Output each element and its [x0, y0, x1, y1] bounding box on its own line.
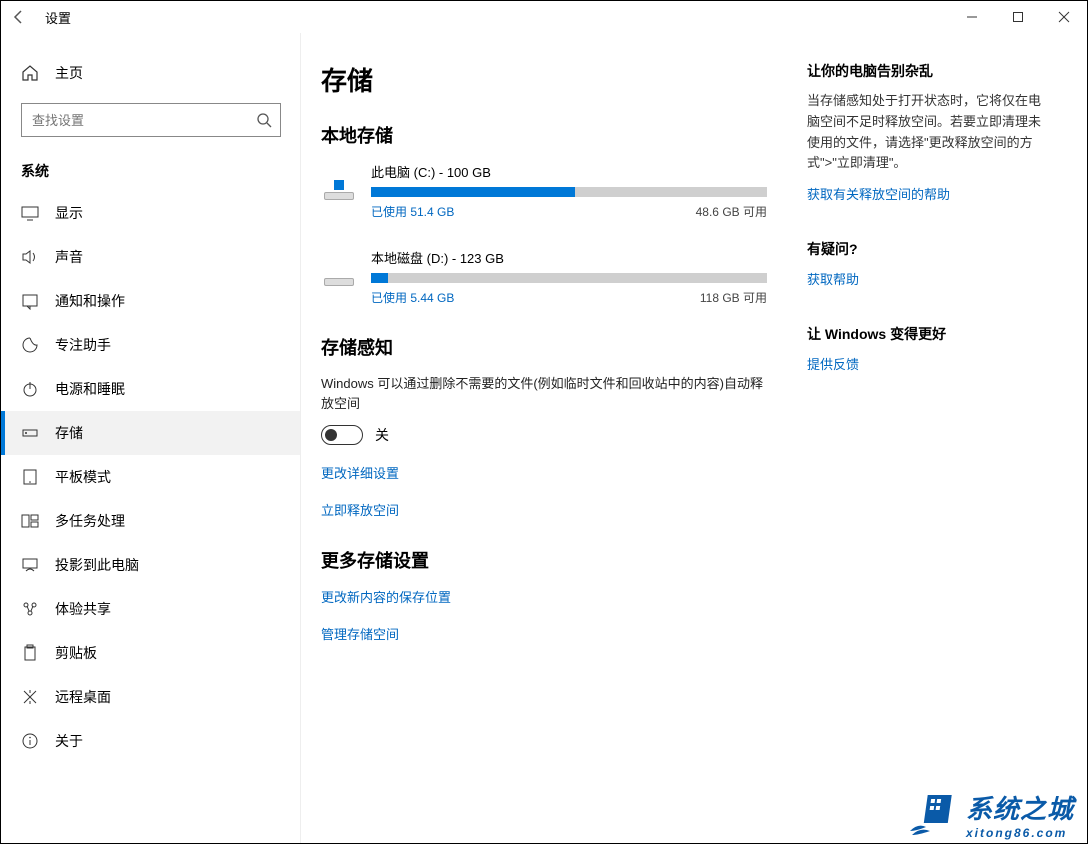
nav-display[interactable]: 显示 — [1, 191, 300, 235]
section-label: 系统 — [1, 151, 300, 191]
remote-icon — [21, 688, 39, 706]
toggle-state-label: 关 — [375, 425, 389, 445]
drive-c-icon — [321, 164, 357, 200]
drive-d-title: 本地磁盘 (D:) - 123 GB — [371, 248, 767, 267]
focus-icon — [21, 336, 39, 354]
question-title: 有疑问? — [807, 239, 1047, 259]
nav-shared[interactable]: 体验共享 — [1, 587, 300, 631]
storage-sense-title: 存储感知 — [321, 334, 767, 360]
display-icon — [21, 204, 39, 222]
sidebar: 主页 系统 显示 声音 通知和操作 — [1, 33, 301, 843]
home-label: 主页 — [55, 63, 83, 83]
search-box[interactable] — [21, 103, 281, 137]
drive-c-used: 已使用 51.4 GB — [371, 203, 454, 220]
link-change-detail[interactable]: 更改详细设置 — [321, 463, 767, 482]
tidy-text: 当存储感知处于打开状态时，它将仅在电脑空间不足时释放空间。若要立即清理未使用的文… — [807, 91, 1047, 174]
storage-icon — [21, 424, 39, 442]
drive-d-bar — [371, 273, 767, 283]
close-button[interactable] — [1041, 1, 1087, 33]
nav-notifications[interactable]: 通知和操作 — [1, 279, 300, 323]
nav-sound[interactable]: 声音 — [1, 235, 300, 279]
home-button[interactable]: 主页 — [1, 53, 300, 93]
storage-sense-desc: Windows 可以通过删除不需要的文件(例如临时文件和回收站中的内容)自动释放… — [321, 374, 767, 413]
drive-c-bar — [371, 187, 767, 197]
clipboard-icon — [21, 644, 39, 662]
nav-storage[interactable]: 存储 — [1, 411, 300, 455]
page-title: 存储 — [321, 61, 767, 98]
about-icon — [21, 732, 39, 750]
drive-d-used: 已使用 5.44 GB — [371, 289, 454, 306]
better-title: 让 Windows 变得更好 — [807, 324, 1047, 344]
drive-d-icon — [321, 250, 357, 286]
title-bar: 设置 — [1, 1, 1087, 33]
multitask-icon — [21, 512, 39, 530]
nav-label: 平板模式 — [55, 467, 111, 487]
maximize-button[interactable] — [995, 1, 1041, 33]
nav-focus[interactable]: 专注助手 — [1, 323, 300, 367]
minimize-button[interactable] — [949, 1, 995, 33]
nav-label: 电源和睡眠 — [55, 379, 125, 399]
drive-d[interactable]: 本地磁盘 (D:) - 123 GB 已使用 5.44 GB 118 GB 可用 — [321, 248, 767, 306]
storage-sense-toggle[interactable] — [321, 425, 363, 445]
nav-label: 投影到此电脑 — [55, 555, 139, 575]
nav-multitask[interactable]: 多任务处理 — [1, 499, 300, 543]
more-storage-title: 更多存储设置 — [321, 547, 767, 573]
nav-label: 通知和操作 — [55, 291, 125, 311]
drive-c[interactable]: 此电脑 (C:) - 100 GB 已使用 51.4 GB 48.6 GB 可用 — [321, 162, 767, 220]
feedback-link[interactable]: 提供反馈 — [807, 354, 1047, 373]
nav-about[interactable]: 关于 — [1, 719, 300, 763]
tidy-title: 让你的电脑告别杂乱 — [807, 61, 1047, 81]
nav-remote[interactable]: 远程桌面 — [1, 675, 300, 719]
nav-clipboard[interactable]: 剪贴板 — [1, 631, 300, 675]
nav-label: 剪贴板 — [55, 643, 97, 663]
link-manage-spaces[interactable]: 管理存储空间 — [321, 624, 767, 643]
nav-projecting[interactable]: 投影到此电脑 — [1, 543, 300, 587]
search-input[interactable] — [22, 104, 280, 136]
nav-label: 关于 — [55, 731, 83, 751]
nav-label: 多任务处理 — [55, 511, 125, 531]
nav-label: 远程桌面 — [55, 687, 111, 707]
window-title: 设置 — [45, 8, 71, 27]
nav-tablet[interactable]: 平板模式 — [1, 455, 300, 499]
nav-power[interactable]: 电源和睡眠 — [1, 367, 300, 411]
drive-c-free: 48.6 GB 可用 — [696, 203, 767, 220]
nav-label: 显示 — [55, 203, 83, 223]
nav-label: 体验共享 — [55, 599, 111, 619]
home-icon — [21, 64, 39, 82]
tidy-help-link[interactable]: 获取有关释放空间的帮助 — [807, 184, 1047, 203]
notifications-icon — [21, 292, 39, 310]
projecting-icon — [21, 556, 39, 574]
power-icon — [21, 380, 39, 398]
link-free-now[interactable]: 立即释放空间 — [321, 500, 767, 519]
shared-icon — [21, 600, 39, 618]
sound-icon — [21, 248, 39, 266]
nav-label: 专注助手 — [55, 335, 111, 355]
local-storage-title: 本地存储 — [321, 122, 767, 148]
search-icon — [256, 112, 272, 128]
drive-c-title: 此电脑 (C:) - 100 GB — [371, 162, 767, 181]
drive-d-free: 118 GB 可用 — [700, 289, 767, 306]
tablet-icon — [21, 468, 39, 486]
nav-label: 存储 — [55, 423, 83, 443]
nav-label: 声音 — [55, 247, 83, 267]
back-button[interactable] — [11, 9, 27, 25]
link-save-location[interactable]: 更改新内容的保存位置 — [321, 587, 767, 606]
get-help-link[interactable]: 获取帮助 — [807, 269, 1047, 288]
